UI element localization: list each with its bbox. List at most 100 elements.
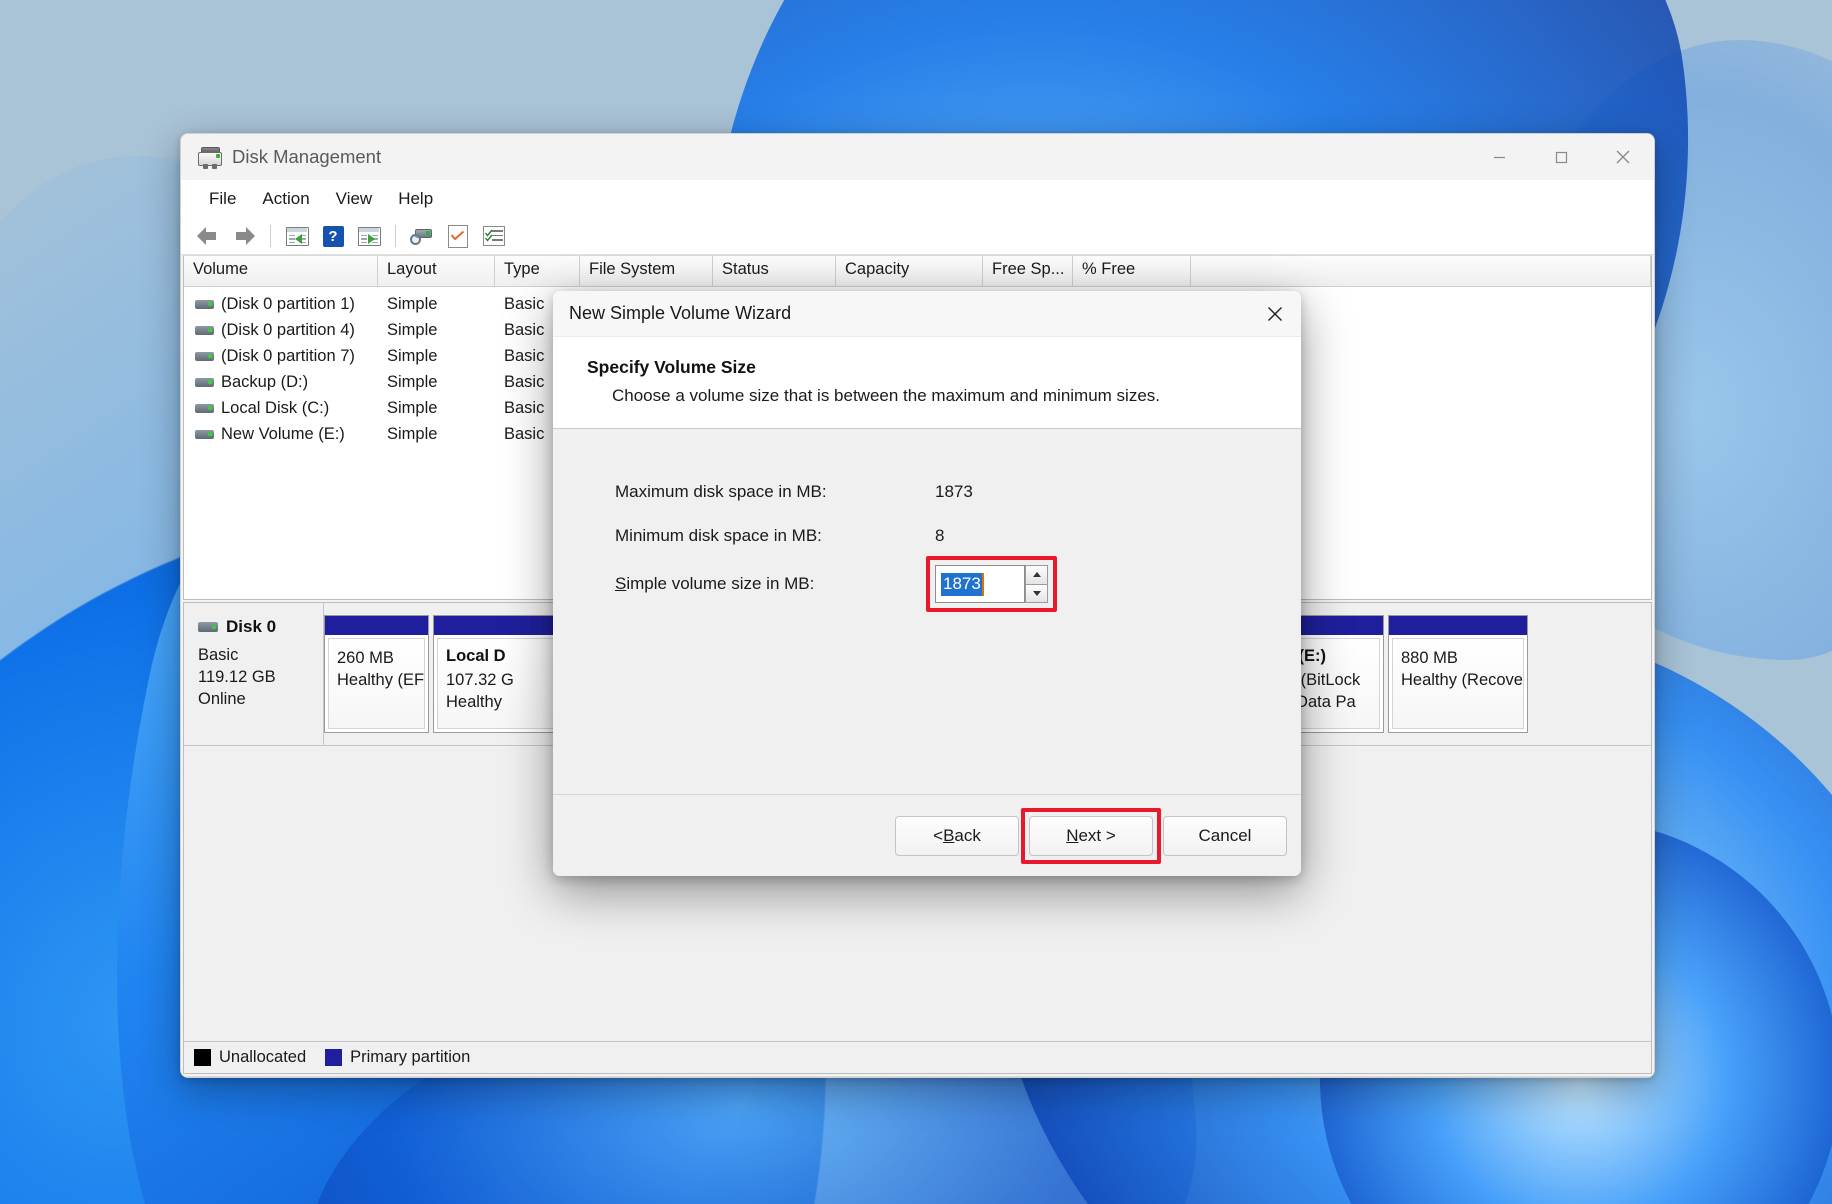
- next-button-accel: N: [1066, 826, 1078, 846]
- menu-view[interactable]: View: [323, 185, 386, 213]
- rescan-disks-icon[interactable]: [405, 221, 439, 251]
- cell-layout: Simple: [378, 295, 495, 314]
- partition-color-bar: [325, 616, 428, 635]
- simple-volume-size-value: 1873: [941, 573, 984, 596]
- wizard-heading: Specify Volume Size: [587, 357, 1301, 378]
- disk-size: 119.12 GB: [198, 666, 323, 688]
- column-header-file-system[interactable]: File System: [580, 256, 713, 286]
- volume-disk-icon: [195, 378, 214, 387]
- simple-volume-size-stepper[interactable]: 1873: [935, 565, 1048, 603]
- cancel-button[interactable]: Cancel: [1163, 816, 1287, 856]
- wizard-title: New Simple Volume Wizard: [569, 303, 791, 324]
- properties-icon[interactable]: [441, 221, 475, 251]
- wizard-header: Specify Volume Size Choose a volume size…: [553, 337, 1301, 429]
- legend-label-primary-partition: Primary partition: [350, 1048, 470, 1067]
- back-arrow-icon[interactable]: [191, 221, 225, 251]
- cell-layout: Simple: [378, 399, 495, 418]
- toolbar: ?: [181, 218, 1654, 255]
- volume-disk-icon: [195, 300, 214, 309]
- max-disk-space-value: 1873: [935, 482, 973, 502]
- partition-body: 260 MBHealthy (EFI S: [328, 638, 425, 729]
- column-header-percent-free[interactable]: % Free: [1073, 256, 1191, 286]
- cell-volume: Backup (D:): [184, 373, 378, 392]
- column-header-layout[interactable]: Layout: [378, 256, 495, 286]
- toolbar-separator-2: [395, 225, 396, 247]
- volume-disk-icon: [195, 326, 214, 335]
- menu-help[interactable]: Help: [385, 185, 446, 213]
- next-button[interactable]: Next >: [1029, 816, 1153, 856]
- next-button-wrapper: Next >: [1029, 816, 1153, 856]
- cell-layout: Simple: [378, 347, 495, 366]
- cell-volume: (Disk 0 partition 1): [184, 295, 378, 314]
- window-title: Disk Management: [232, 146, 381, 168]
- column-header-filler: [1191, 256, 1651, 286]
- partition-status: Healthy (EFI S: [337, 669, 416, 691]
- volume-list-header: Volume Layout Type File System Status Ca…: [184, 256, 1651, 287]
- disk-status: Online: [198, 688, 323, 710]
- cell-volume-label: (Disk 0 partition 7): [221, 347, 355, 366]
- cell-volume-label: (Disk 0 partition 1): [221, 295, 355, 314]
- back-button-rest: ack: [954, 826, 980, 846]
- partition-block[interactable]: 260 MBHealthy (EFI S: [324, 615, 429, 733]
- column-header-volume[interactable]: Volume: [184, 256, 378, 286]
- next-button-rest: ext >: [1078, 826, 1115, 846]
- spinner-up-button[interactable]: [1025, 565, 1048, 584]
- cell-volume: (Disk 0 partition 4): [184, 321, 378, 340]
- column-header-capacity[interactable]: Capacity: [836, 256, 983, 286]
- maximize-button[interactable]: [1530, 134, 1592, 180]
- wizard-titlebar[interactable]: New Simple Volume Wizard: [553, 291, 1301, 337]
- cell-layout: Simple: [378, 373, 495, 392]
- back-button-prefix: <: [933, 826, 943, 846]
- chevron-down-icon: [1033, 591, 1041, 596]
- window-titlebar[interactable]: Disk Management: [181, 134, 1654, 180]
- show-hide-console-tree-icon[interactable]: [280, 221, 314, 251]
- disk-type: Basic: [198, 644, 323, 666]
- wizard-close-icon[interactable]: [1249, 291, 1301, 337]
- close-button[interactable]: [1592, 134, 1654, 180]
- forward-arrow-icon[interactable]: [227, 221, 261, 251]
- toolbar-separator: [270, 225, 271, 247]
- cell-volume-label: Backup (D:): [221, 373, 308, 392]
- disk-drive-icon: [198, 147, 222, 167]
- cell-volume-label: (Disk 0 partition 4): [221, 321, 355, 340]
- partition-title: Local D: [446, 647, 568, 666]
- wizard-subheading: Choose a volume size that is between the…: [612, 386, 1301, 406]
- statusbar-cell-3: [835, 1077, 1652, 1078]
- cell-layout: Simple: [378, 321, 495, 340]
- simple-volume-size-input[interactable]: 1873: [935, 565, 1025, 603]
- menubar: File Action View Help: [181, 180, 1654, 218]
- back-button-accel: B: [943, 826, 954, 846]
- cell-volume: New Volume (E:): [184, 425, 378, 444]
- wizard-body: Maximum disk space in MB: 1873 Minimum d…: [553, 429, 1301, 787]
- min-disk-space-value: 8: [935, 526, 944, 546]
- list-view-icon[interactable]: [477, 221, 511, 251]
- show-hide-action-pane-icon[interactable]: [352, 221, 386, 251]
- chevron-up-icon: [1033, 572, 1041, 577]
- window-controls: [1468, 134, 1654, 180]
- min-disk-space-row: Minimum disk space in MB: 8: [615, 526, 1281, 546]
- cell-volume: (Disk 0 partition 7): [184, 347, 378, 366]
- disk-icon: [198, 622, 218, 632]
- partition-block[interactable]: 880 MBHealthy (Recovery: [1388, 615, 1528, 733]
- spinner-down-button[interactable]: [1025, 584, 1048, 604]
- menu-file[interactable]: File: [196, 185, 249, 213]
- simple-volume-size-row: Simple volume size in MB: 1873: [615, 565, 1281, 603]
- simple-volume-size-accel: S: [615, 574, 626, 593]
- simple-volume-size-label: Simple volume size in MB:: [615, 574, 935, 594]
- partition-body: 880 MBHealthy (Recovery: [1392, 638, 1524, 729]
- disk-info-panel[interactable]: Disk 0 Basic 119.12 GB Online: [184, 603, 324, 745]
- help-icon[interactable]: ?: [316, 221, 350, 251]
- cell-volume: Local Disk (C:): [184, 399, 378, 418]
- partition-size: 880 MB: [1401, 647, 1515, 669]
- volume-disk-icon: [195, 430, 214, 439]
- column-header-status[interactable]: Status: [713, 256, 836, 286]
- back-button[interactable]: < Back: [895, 816, 1019, 856]
- wizard-footer: < Back Next > Cancel: [553, 794, 1301, 876]
- minimize-button[interactable]: [1468, 134, 1530, 180]
- column-header-type[interactable]: Type: [495, 256, 580, 286]
- cell-volume-label: Local Disk (C:): [221, 399, 329, 418]
- column-header-free-space[interactable]: Free Sp...: [983, 256, 1073, 286]
- statusbar: [183, 1076, 1652, 1078]
- simple-volume-size-label-rest: imple volume size in MB:: [626, 574, 814, 593]
- menu-action[interactable]: Action: [249, 185, 322, 213]
